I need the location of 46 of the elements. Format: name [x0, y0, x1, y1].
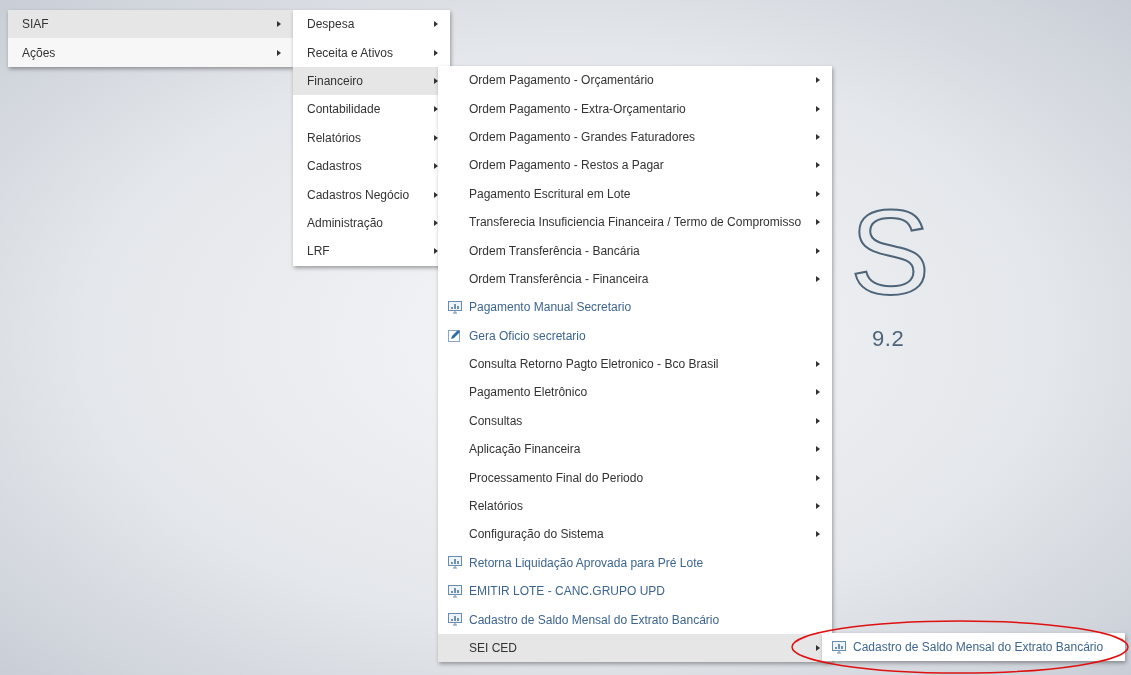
caret-icon [816, 133, 820, 140]
menu-item[interactable]: SIAF [8, 10, 293, 39]
caret-icon [816, 247, 820, 254]
menu-item[interactable]: Pagamento Eletrônico [438, 378, 832, 407]
menu-item[interactable]: Cadastro de Saldo Mensal do Extrato Bancário [438, 605, 832, 634]
monitor-chart-icon [832, 640, 846, 654]
caret-icon [816, 389, 820, 396]
version-text: 9.2 [872, 325, 905, 353]
caret-icon [816, 219, 820, 226]
caret-icon [816, 190, 820, 197]
caret-icon [816, 645, 820, 651]
menu-item[interactable]: Retorna Liquidação Aprovada para Pré Lote [438, 548, 832, 578]
caret-icon [816, 162, 820, 169]
menu-item[interactable]: Processamento Final do Periodo [438, 463, 832, 492]
menu-item[interactable]: Aplicação Financeira [438, 435, 832, 464]
menu-item[interactable]: Receita e Ativos [293, 38, 450, 67]
menu-item[interactable]: Configuração do Sistema [438, 520, 832, 549]
caret-icon [816, 77, 820, 84]
menu-item[interactable]: Consultas [438, 406, 832, 436]
menu-item[interactable]: Consulta Retorno Pagto Eletronico - Bco Brasil [438, 349, 832, 379]
caret-icon [816, 361, 820, 368]
menu-item[interactable]: Gera Oficio secretario [438, 321, 832, 350]
logo-text: S [850, 192, 931, 312]
caret-icon [434, 49, 438, 56]
monitor-chart-icon [448, 300, 462, 314]
caret-icon [816, 417, 820, 424]
caret-icon [434, 21, 438, 28]
menu-item[interactable]: EMITIR LOTE - CANC.GRUPO UPD [438, 577, 832, 606]
menu-item[interactable]: Ações [8, 38, 293, 67]
menu-item[interactable]: Pagamento Manual Secretario [438, 293, 832, 322]
caret-icon [277, 49, 281, 56]
caret-icon [816, 275, 820, 282]
caret-icon [816, 446, 820, 453]
menu-item[interactable]: SEI CED [438, 633, 832, 663]
pencil-icon [448, 329, 461, 343]
caret-icon [277, 21, 281, 28]
monitor-chart-icon [448, 556, 462, 570]
caret-icon [816, 531, 820, 538]
menu-item[interactable]: Despesa [293, 10, 450, 39]
monitor-chart-icon [448, 613, 462, 627]
caret-icon [816, 105, 820, 112]
menu-item[interactable]: Ordem Transferência - Financeira [438, 264, 832, 294]
menu-item[interactable]: Relatórios [438, 491, 832, 521]
caret-icon [816, 503, 820, 510]
monitor-chart-icon [448, 584, 462, 598]
caret-icon [816, 474, 820, 481]
